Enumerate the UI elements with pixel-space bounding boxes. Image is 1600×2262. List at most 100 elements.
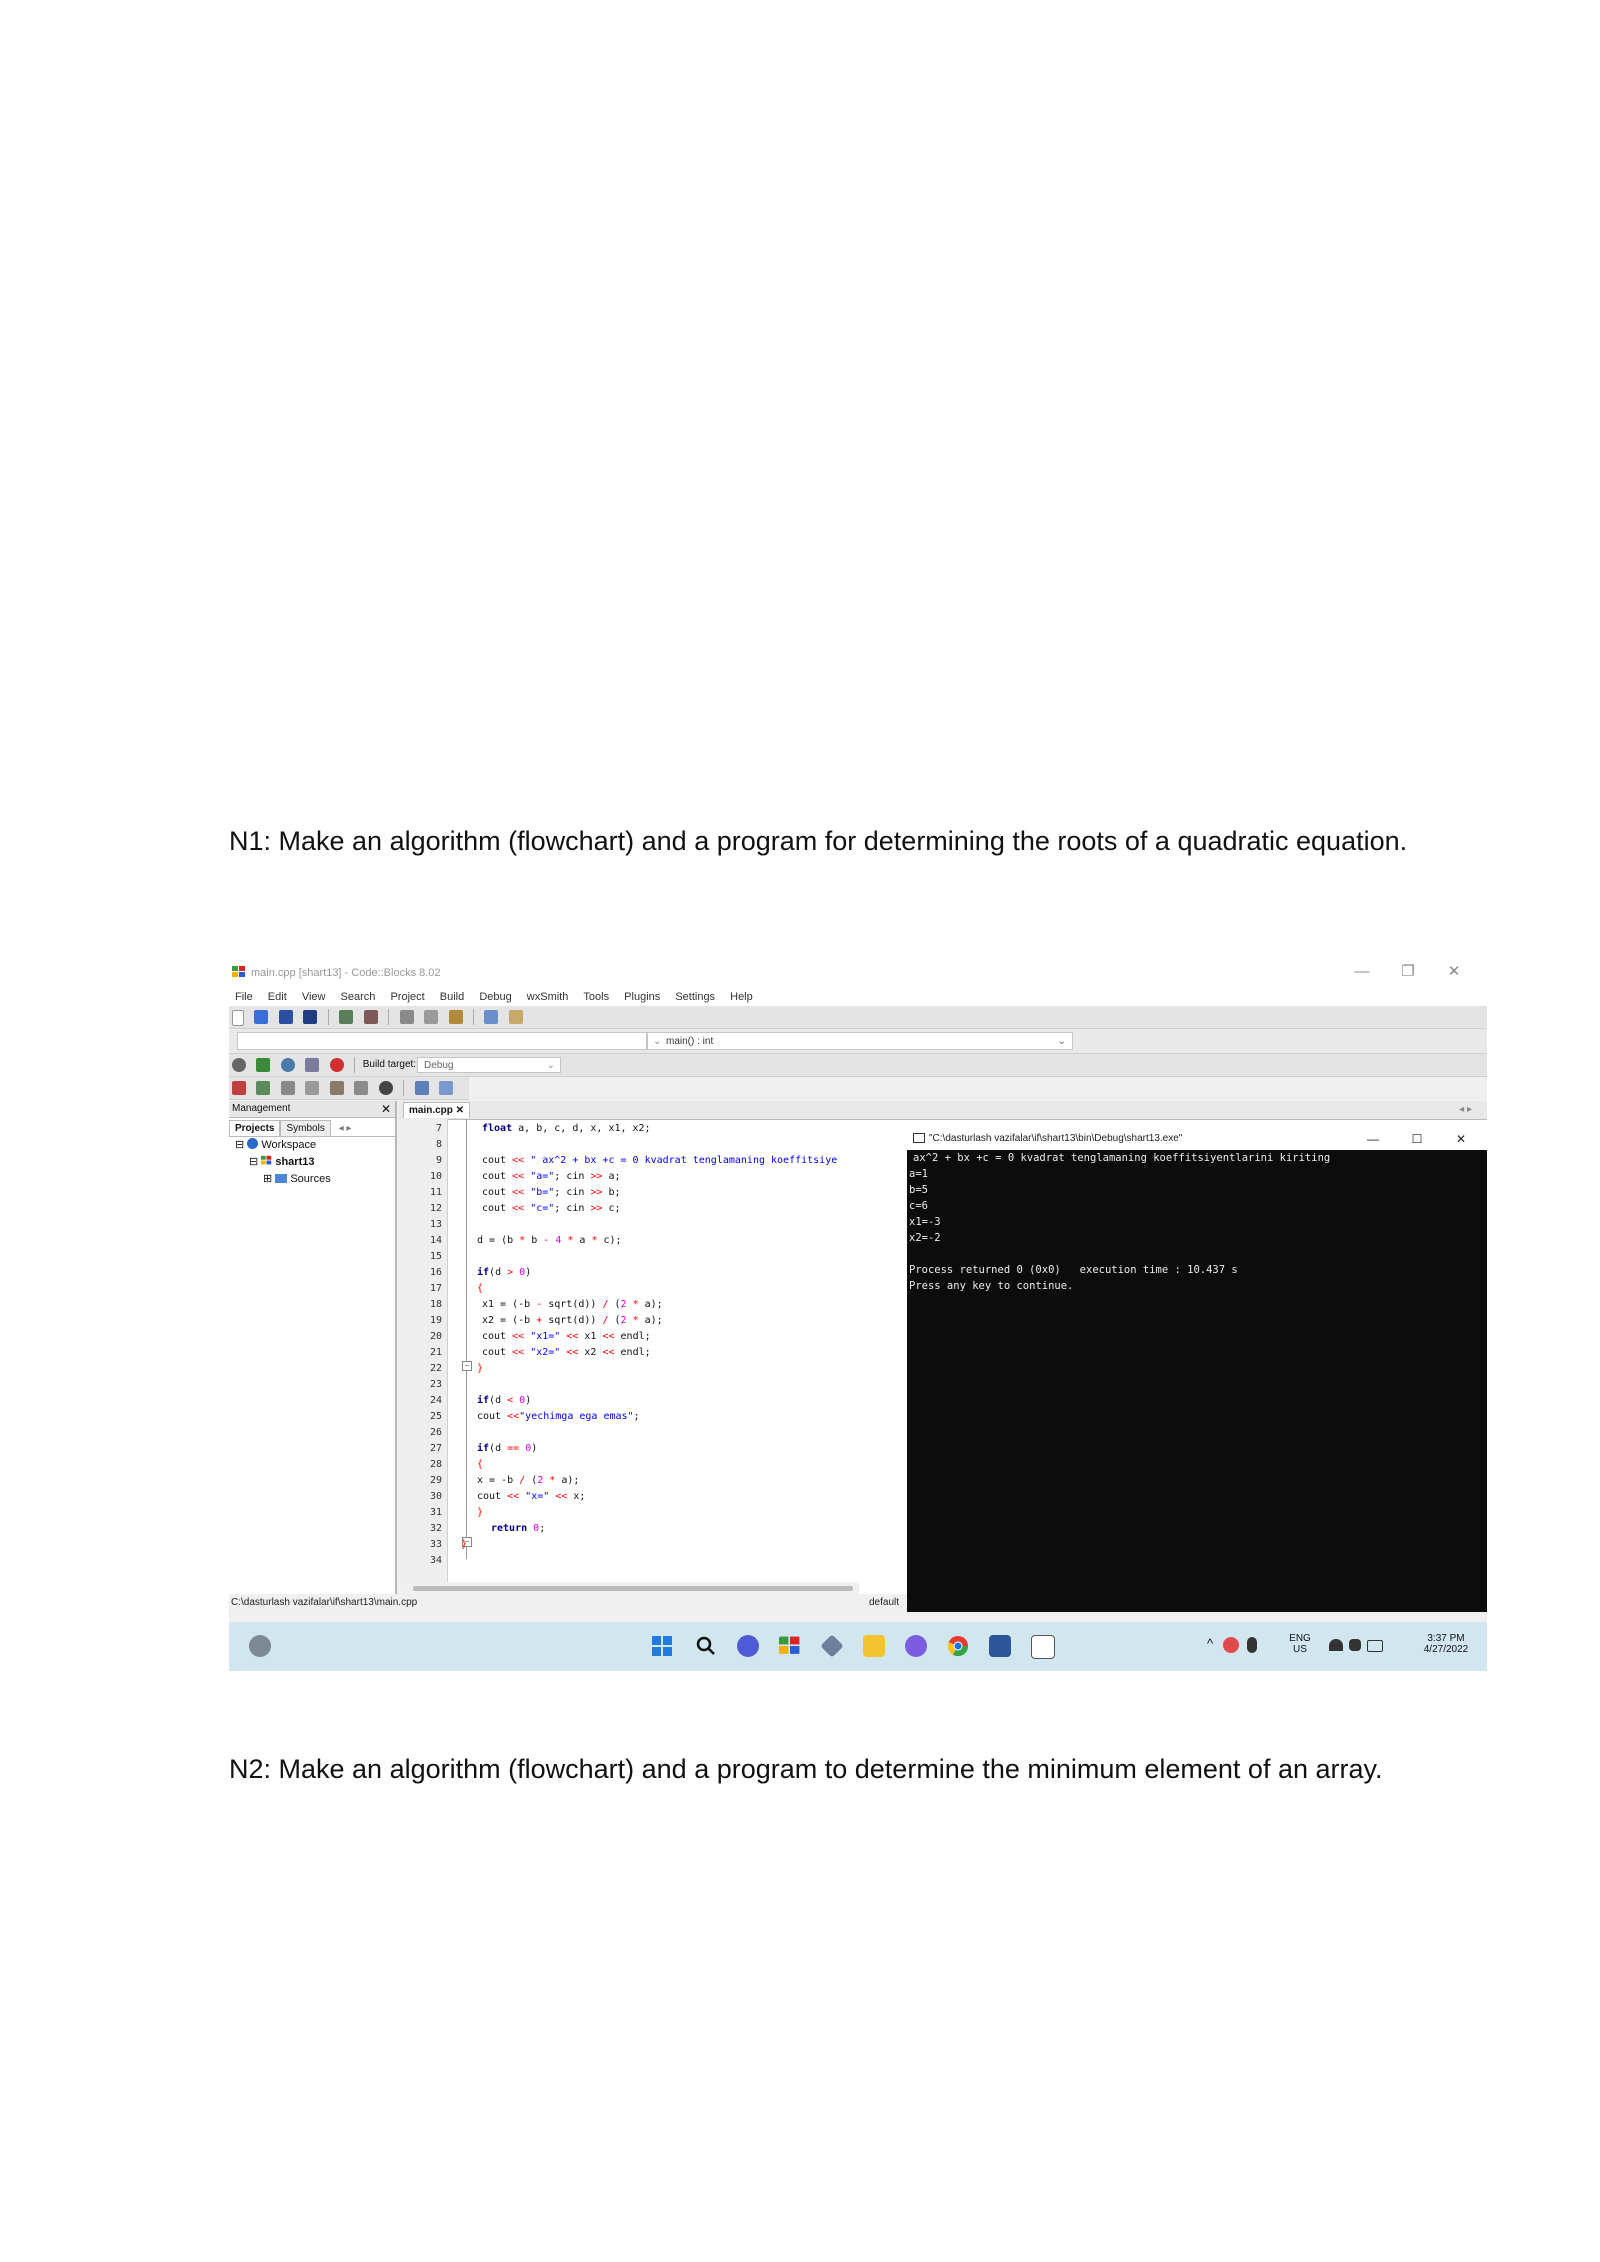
run-icon[interactable] — [256, 1058, 271, 1072]
tab-scroll-icon[interactable]: ◂ ▸ — [334, 1121, 357, 1136]
new-file-icon[interactable] — [232, 1010, 244, 1026]
menu-view[interactable]: View — [302, 991, 326, 1003]
line-number: 24 — [429, 1395, 442, 1406]
redo-icon[interactable] — [363, 1010, 378, 1024]
minimize-button[interactable]: — — [1339, 963, 1385, 980]
build-target-combo[interactable]: Debug ⌄ — [417, 1057, 561, 1073]
code-line: cout << "x=" << x; — [477, 1491, 586, 1502]
console-taskbar-icon[interactable] — [1031, 1635, 1055, 1659]
console-close-button[interactable]: ✕ — [1439, 1128, 1483, 1150]
toolbar-separator — [388, 1009, 390, 1025]
code-line: cout << "x2=" << x2 << endl; — [482, 1347, 651, 1358]
toolbar-separator — [403, 1080, 405, 1096]
undo-icon[interactable] — [339, 1010, 354, 1024]
menu-wxsmith[interactable]: wxSmith — [527, 991, 569, 1003]
code-line: float a, b, c, d, x, x1, x2; — [482, 1123, 651, 1134]
info-icon[interactable] — [439, 1081, 454, 1095]
abort-icon[interactable] — [329, 1058, 344, 1072]
tree-item-project[interactable]: ⊟ shart13 — [235, 1154, 395, 1171]
cut-icon[interactable] — [399, 1010, 414, 1024]
debug-icon[interactable] — [232, 1081, 246, 1095]
codeblocks-taskbar-icon[interactable] — [779, 1635, 801, 1657]
menu-bar: File Edit View Search Project Build Debu… — [229, 988, 1487, 1006]
build-icon[interactable] — [232, 1058, 246, 1072]
next-line-icon[interactable] — [280, 1081, 295, 1095]
management-panel: Management ✕ Projects Symbols ◂ ▸ ⊟ Worksp… — [229, 1101, 397, 1594]
build-and-run-icon[interactable] — [280, 1058, 295, 1072]
network-alert-icon[interactable] — [1223, 1637, 1239, 1653]
settings-app-icon[interactable] — [820, 1634, 844, 1658]
close-icon[interactable]: ✕ — [381, 1101, 391, 1117]
menu-build[interactable]: Build — [440, 991, 464, 1003]
assistant-icon[interactable] — [905, 1635, 927, 1657]
line-number: 29 — [429, 1475, 442, 1486]
copy-icon[interactable] — [424, 1010, 439, 1024]
debug-windows-icon[interactable] — [414, 1081, 429, 1095]
restore-button[interactable]: ❐ — [1385, 962, 1431, 980]
clock[interactable]: 3:37 PM 4/27/2022 — [1411, 1633, 1481, 1655]
menu-edit[interactable]: Edit — [268, 991, 287, 1003]
rebuild-icon[interactable] — [305, 1058, 320, 1072]
open-file-icon[interactable] — [254, 1010, 269, 1024]
tab-main-cpp[interactable]: main.cpp ✕ — [403, 1102, 471, 1118]
start-icon[interactable] — [651, 1635, 673, 1657]
widgets-icon[interactable] — [249, 1635, 271, 1657]
line-number: 17 — [429, 1283, 442, 1294]
tab-projects[interactable]: Projects — [229, 1120, 281, 1136]
next-instruction-icon[interactable] — [354, 1081, 369, 1095]
tab-symbols[interactable]: Symbols — [280, 1120, 331, 1136]
code-line: { — [477, 1459, 484, 1470]
speaker-icon[interactable] — [1349, 1639, 1361, 1651]
menu-file[interactable]: File — [235, 991, 253, 1003]
chevron-up-icon[interactable]: ^ — [1207, 1636, 1213, 1651]
line-number: 32 — [429, 1523, 442, 1534]
search-icon[interactable] — [695, 1635, 717, 1657]
menu-project[interactable]: Project — [390, 991, 424, 1003]
step-into-icon[interactable] — [305, 1081, 320, 1095]
line-number: 10 — [429, 1171, 442, 1182]
code-line: x1 = (-b - sqrt(d)) / (2 * a); — [482, 1299, 663, 1310]
step-out-icon[interactable] — [329, 1081, 344, 1095]
save-all-icon[interactable] — [303, 1010, 318, 1024]
word-icon[interactable] — [989, 1635, 1011, 1657]
language-indicator[interactable]: ENG US — [1285, 1633, 1315, 1655]
chevron-down-icon: ⌄ — [653, 1036, 662, 1047]
find-icon[interactable] — [484, 1010, 499, 1024]
menu-debug[interactable]: Debug — [479, 991, 511, 1003]
line-number: 22 — [429, 1363, 442, 1374]
console-line: x2=-2 — [909, 1232, 941, 1244]
menu-search[interactable]: Search — [341, 991, 376, 1003]
microphone-icon[interactable] — [1247, 1637, 1257, 1653]
replace-icon[interactable] — [508, 1010, 523, 1024]
tab-scroll-icon[interactable]: ◂ ▸ — [1454, 1102, 1477, 1117]
close-button[interactable]: ✕ — [1431, 962, 1477, 980]
meet-icon[interactable] — [737, 1635, 759, 1657]
language-code: ENG — [1289, 1633, 1311, 1644]
run-to-cursor-icon[interactable] — [256, 1081, 271, 1095]
paste-icon[interactable] — [448, 1010, 463, 1024]
codeblocks-app-icon — [232, 966, 245, 977]
console-line: Press any key to continue. — [909, 1280, 1074, 1292]
function-combo[interactable]: ⌄ main() : int ⌄ — [647, 1032, 1073, 1050]
file-explorer-icon[interactable] — [863, 1635, 885, 1657]
chrome-icon[interactable] — [947, 1635, 969, 1657]
battery-icon[interactable] — [1367, 1640, 1383, 1652]
console-maximize-button[interactable]: ☐ — [1395, 1128, 1439, 1150]
wifi-icon[interactable] — [1329, 1639, 1343, 1651]
tree-item-sources[interactable]: ⊞ Sources — [235, 1171, 395, 1188]
editor-horizontal-scrollbar[interactable] — [399, 1582, 859, 1594]
tree-item-workspace[interactable]: ⊟ Workspace — [235, 1137, 395, 1154]
console-minimize-button[interactable]: — — [1351, 1128, 1395, 1150]
menu-plugins[interactable]: Plugins — [624, 991, 660, 1003]
save-icon[interactable] — [278, 1010, 293, 1024]
stop-debugger-icon[interactable] — [378, 1081, 393, 1095]
scope-combo[interactable] — [237, 1032, 647, 1050]
tree-label: shart13 — [275, 1156, 315, 1168]
menu-settings[interactable]: Settings — [675, 991, 715, 1003]
menu-help[interactable]: Help — [730, 991, 753, 1003]
fold-toggle-icon[interactable]: − — [462, 1361, 472, 1371]
code-line: cout << "c="; cin >> c; — [482, 1203, 621, 1214]
console-line: x1=-3 — [909, 1216, 941, 1228]
scrollbar-thumb[interactable] — [413, 1586, 853, 1591]
menu-tools[interactable]: Tools — [583, 991, 609, 1003]
